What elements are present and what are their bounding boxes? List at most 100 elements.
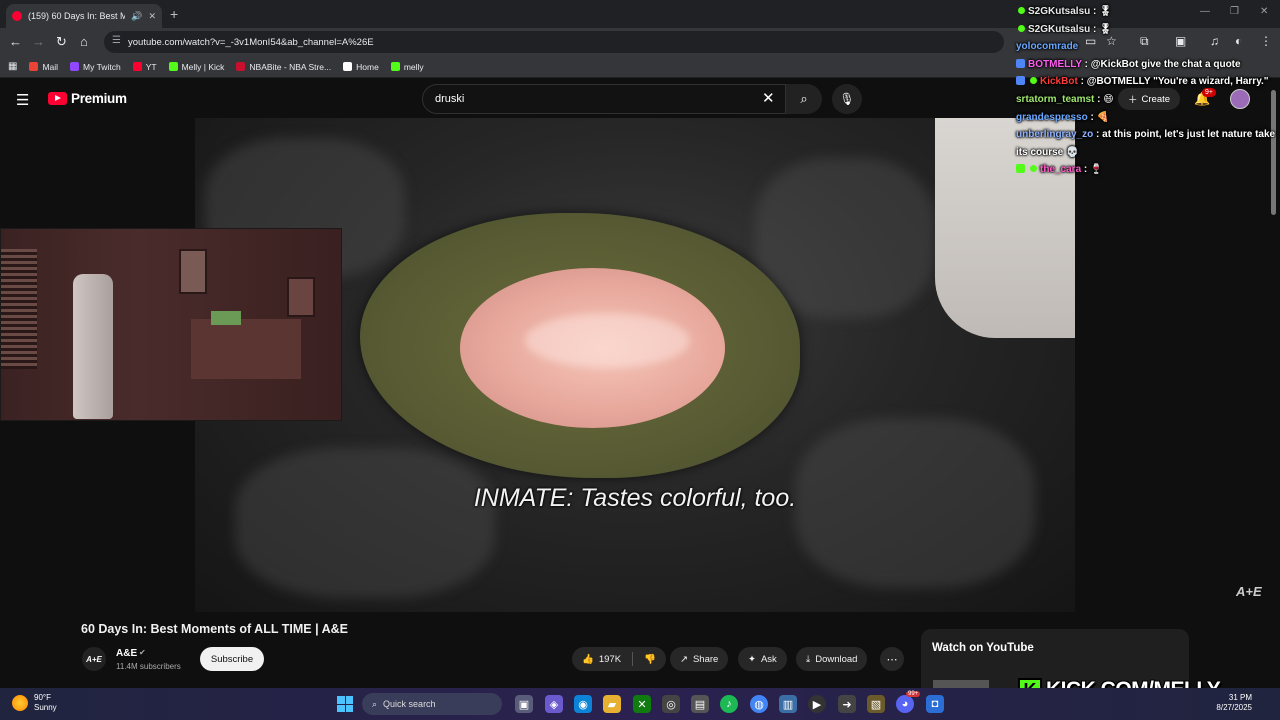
temperature: 90°F bbox=[34, 693, 51, 702]
app-icon[interactable]: ◘ bbox=[926, 695, 944, 713]
search-button[interactable]: ⌕ bbox=[786, 84, 822, 114]
chat-message: srtatorm_teamst : 😄 bbox=[1016, 91, 1278, 109]
bookmark-yt[interactable]: YT bbox=[132, 62, 157, 72]
browser-tab[interactable]: (159) 60 Days In: Best Mome 🔊 ✕ bbox=[6, 4, 162, 28]
chat-text: @KickBot give the chat a quote bbox=[1090, 58, 1241, 70]
store-icon[interactable]: ▤ bbox=[691, 695, 709, 713]
chrome-icon[interactable]: ◍ bbox=[750, 695, 768, 713]
chat-text: 🎖 bbox=[1099, 23, 1112, 35]
bookmark-melly[interactable]: melly bbox=[390, 62, 424, 72]
forward-arrow-icon[interactable]: → bbox=[32, 34, 45, 49]
discord-icon[interactable]: ◕ bbox=[896, 695, 914, 713]
chat-username[interactable]: unberlingray_zo bbox=[1016, 129, 1093, 140]
tab-close-icon[interactable]: ✕ bbox=[148, 11, 156, 22]
like-count[interactable]: 197K bbox=[599, 654, 621, 665]
sparkle-icon: ✦ bbox=[748, 653, 756, 665]
youtube-logo[interactable]: Premium bbox=[48, 91, 127, 106]
taskbar-search[interactable]: ⌕ Quick search bbox=[362, 693, 502, 715]
channel-name[interactable]: A&E bbox=[116, 648, 137, 659]
chat-text: 🎖 bbox=[1099, 6, 1112, 17]
task-view-icon[interactable]: ▣ bbox=[515, 695, 533, 713]
search-icon: ⌕ bbox=[372, 698, 378, 709]
reload-icon[interactable]: ↻ bbox=[56, 34, 67, 50]
wall-frame bbox=[287, 277, 315, 317]
divider bbox=[632, 652, 634, 666]
kick-icon bbox=[168, 62, 178, 71]
new-tab-icon[interactable]: + bbox=[170, 6, 178, 22]
chat-username[interactable]: grandespresso bbox=[1016, 112, 1088, 123]
subscribe-button[interactable]: Subscribe bbox=[200, 647, 264, 671]
start-button[interactable] bbox=[337, 696, 353, 712]
taskbar-clock[interactable]: 31 PM 8/27/2025 bbox=[1210, 693, 1252, 713]
site-info-icon[interactable]: ☰ bbox=[112, 35, 121, 46]
hamburger-menu-icon[interactable]: ☰ bbox=[16, 91, 29, 109]
chat-username[interactable]: S2GKutsalsu bbox=[1028, 6, 1090, 17]
share-arrow-icon: ↗ bbox=[680, 653, 688, 665]
bookmark-nbabite[interactable]: NBABite - NBA Stre... bbox=[236, 62, 331, 72]
more-actions-button[interactable]: ⋯ bbox=[880, 647, 904, 671]
bookmark-kick[interactable]: Melly | Kick bbox=[168, 62, 224, 72]
back-arrow-icon[interactable]: ← bbox=[9, 34, 22, 49]
chat-username[interactable]: srtatorm_teamst bbox=[1016, 94, 1094, 105]
chat-username[interactable]: S2GKutsalsu bbox=[1028, 24, 1090, 35]
photos-icon[interactable]: ▥ bbox=[779, 695, 797, 713]
discord-badge: 99+ bbox=[906, 691, 921, 697]
file-explorer-icon[interactable]: ▰ bbox=[603, 695, 621, 713]
download-icon: ⤓ bbox=[806, 653, 811, 665]
chat-separator: : bbox=[1090, 6, 1100, 17]
wall-poster bbox=[179, 249, 207, 294]
chat-username[interactable]: the_cara bbox=[1040, 164, 1081, 175]
chat-message: S2GKutsalsu : 🎖 bbox=[1016, 21, 1278, 39]
chat-text: @BOTMELLY "You're a wizard, Harry." bbox=[1086, 76, 1269, 88]
steam-icon[interactable]: ◎ bbox=[662, 695, 680, 713]
verified-check-icon: ✔ bbox=[139, 648, 146, 657]
window-blinds bbox=[1, 249, 37, 369]
gmail-icon bbox=[29, 62, 39, 71]
like-dislike-group: 👍 197K 👎 bbox=[572, 647, 666, 671]
ask-button[interactable]: ✦ Ask bbox=[738, 647, 787, 671]
url-text: youtube.com/watch?v=_-3v1MonI54&ab_chann… bbox=[128, 36, 374, 48]
weather-condition: Sunny bbox=[34, 703, 57, 712]
search-icon: ⌕ bbox=[800, 91, 808, 106]
chat-message: yolocomrade bbox=[1016, 38, 1278, 56]
download-button[interactable]: ⤓ Download bbox=[796, 647, 868, 671]
chat-badge-icon bbox=[1016, 58, 1025, 68]
address-bar[interactable]: ☰ youtube.com/watch?v=_-3v1MonI54&ab_cha… bbox=[104, 31, 1004, 53]
home-icon[interactable]: ⌂ bbox=[80, 34, 88, 49]
chat-status-dot-icon bbox=[1018, 24, 1025, 32]
edge-icon[interactable]: ◉ bbox=[574, 695, 592, 713]
chat-badge-icon bbox=[1016, 164, 1025, 174]
search-input[interactable]: druski bbox=[422, 84, 786, 114]
bookmark-home[interactable]: Home bbox=[343, 62, 379, 72]
chat-separator: : bbox=[1093, 129, 1103, 141]
bookmark-twitch[interactable]: My Twitch bbox=[70, 62, 121, 72]
thumbs-up-icon[interactable]: 👍 bbox=[582, 654, 594, 665]
bookmark-mail[interactable]: Mail bbox=[29, 62, 58, 72]
chat-message: BOTMELLY : @KickBot give the chat a quot… bbox=[1016, 56, 1278, 74]
x-icon bbox=[343, 62, 353, 71]
channel-avatar[interactable]: A+E bbox=[82, 647, 106, 671]
app-icon[interactable]: ▧ bbox=[867, 695, 885, 713]
chat-text: 🍷 bbox=[1090, 164, 1103, 176]
share-button[interactable]: ↗ Share bbox=[670, 647, 729, 671]
media-player-icon[interactable]: ▶ bbox=[808, 695, 826, 713]
clear-search-icon[interactable]: ✕ bbox=[762, 89, 775, 107]
video-title: 60 Days In: Best Moments of ALL TIME | A… bbox=[81, 622, 348, 636]
chat-message: grandespresso : 🍕 bbox=[1016, 109, 1278, 127]
copilot-icon[interactable]: ◈ bbox=[545, 695, 563, 713]
apps-grid-icon[interactable]: ▦ bbox=[8, 61, 17, 72]
speaker-icon[interactable]: 🔊 bbox=[131, 11, 142, 22]
chat-message: the_cara : 🍷 bbox=[1016, 161, 1278, 179]
xbox-icon[interactable]: ✕ bbox=[633, 695, 651, 713]
desk-item bbox=[211, 311, 241, 325]
chat-username[interactable]: KickBot bbox=[1040, 76, 1078, 87]
thumbs-down-icon[interactable]: 👎 bbox=[644, 654, 656, 665]
voice-search-button[interactable]: 🎙 bbox=[832, 84, 862, 114]
app-icon[interactable]: ➜ bbox=[838, 695, 856, 713]
microphone-icon: 🎙 bbox=[839, 92, 855, 106]
chat-separator: : bbox=[1087, 111, 1097, 123]
spotify-icon[interactable]: ♪ bbox=[720, 695, 738, 713]
chat-username[interactable]: BOTMELLY bbox=[1028, 59, 1082, 70]
chat-username[interactable]: yolocomrade bbox=[1016, 41, 1078, 52]
weather-widget[interactable]: 90°F Sunny bbox=[12, 693, 57, 713]
